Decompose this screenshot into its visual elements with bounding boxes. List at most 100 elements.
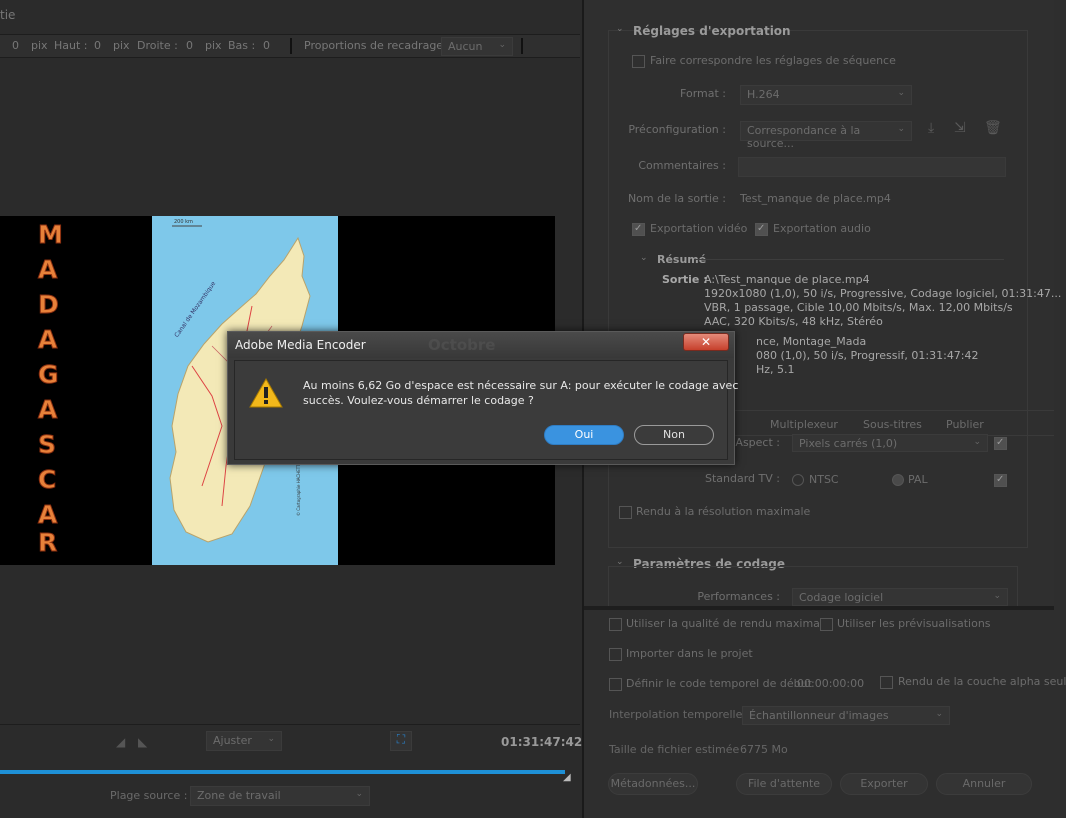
pal-label: PAL bbox=[908, 473, 928, 486]
dialog-close-button[interactable]: ✕ bbox=[683, 333, 729, 351]
use-previews-label: Utiliser les prévisualisations bbox=[837, 617, 991, 630]
yes-button[interactable]: Oui bbox=[544, 425, 624, 445]
toolbar-divider bbox=[521, 38, 523, 54]
chevron-down-icon: ⌄ bbox=[993, 591, 1001, 601]
performance-dropdown[interactable]: Codage logiciel ⌄ bbox=[792, 588, 1008, 606]
aspect-dropdown[interactable]: Pixels carrés (1,0) ⌄ bbox=[792, 434, 988, 452]
source-range-dropdown[interactable]: Zone de travail ⌄ bbox=[190, 786, 370, 806]
use-previews-checkbox[interactable] bbox=[820, 618, 833, 631]
performance-label: Performances : bbox=[697, 590, 780, 603]
output-summary-line: VBR, 1 passage, Cible 10,00 Mbits/s, Max… bbox=[704, 301, 1013, 314]
pal-radio[interactable] bbox=[892, 474, 904, 486]
aspect-value: Pixels carrés (1,0) bbox=[799, 437, 898, 450]
crop-right-label: Droite : bbox=[137, 39, 178, 52]
tv-standard-label: Standard TV : bbox=[705, 472, 780, 485]
filesize-label: Taille de fichier estimée : bbox=[609, 743, 747, 756]
max-resolution-label: Rendu à la résolution maximale bbox=[636, 505, 811, 518]
zoom-fit-dropdown[interactable]: Ajuster ⌄ bbox=[206, 731, 282, 751]
poster-letter: S bbox=[37, 430, 57, 459]
crop-top-label: Haut : bbox=[54, 39, 88, 52]
preset-label: Préconfiguration : bbox=[628, 123, 726, 136]
cancel-button[interactable]: Annuler bbox=[936, 773, 1032, 795]
timeline-bar[interactable] bbox=[0, 770, 565, 774]
poster-letter: A bbox=[37, 500, 58, 529]
tab-multiplexer[interactable]: Multiplexeur bbox=[770, 418, 838, 431]
chevron-down-icon[interactable]: ⌄ bbox=[616, 24, 624, 34]
chevron-down-icon: ⌄ bbox=[267, 734, 275, 744]
crop-bottom-value[interactable]: 0 bbox=[263, 39, 270, 52]
crop-proportions-dropdown[interactable]: Aucun ⌄ bbox=[441, 37, 513, 56]
mark-in-icon[interactable]: ◢ bbox=[116, 735, 125, 749]
aspect-match-checkbox[interactable] bbox=[994, 437, 1007, 450]
mark-out-icon[interactable]: ◣ bbox=[138, 735, 147, 749]
start-timecode-checkbox[interactable] bbox=[609, 678, 622, 691]
safe-margins-icon[interactable]: ⛶ bbox=[390, 731, 412, 751]
dialog-titlebar[interactable]: Adobe Media Encoder Octobre ✕ bbox=[228, 332, 734, 358]
current-timecode: 01:31:47:42 bbox=[501, 735, 583, 749]
chevron-down-icon: ⌄ bbox=[897, 124, 905, 134]
chevron-down-icon[interactable]: ⌄ bbox=[640, 253, 648, 263]
tv-standard-match-checkbox[interactable] bbox=[994, 474, 1007, 487]
output-summary-line: 1920x1080 (1,0), 50 i/s, Progressive, Co… bbox=[704, 287, 1062, 300]
ntsc-radio[interactable] bbox=[792, 474, 804, 486]
output-name-label: Nom de la sortie : bbox=[627, 192, 726, 205]
no-button[interactable]: Non bbox=[634, 425, 714, 445]
export-settings-title: Réglages d'exportation bbox=[633, 24, 791, 38]
toolbar-divider bbox=[290, 38, 292, 54]
source-summary-line: 080 (1,0), 50 i/s, Progressif, 01:31:47:… bbox=[756, 349, 979, 362]
filesize-value: 6775 Mo bbox=[740, 743, 788, 756]
crop-top-value[interactable]: 0 bbox=[94, 39, 101, 52]
export-audio-checkbox[interactable] bbox=[755, 223, 768, 236]
poster-letter: A bbox=[37, 255, 58, 284]
comments-field[interactable] bbox=[738, 157, 1006, 177]
output-label: Sortie : bbox=[662, 273, 708, 286]
interpolation-label: Interpolation temporelle : bbox=[609, 708, 750, 721]
interpolation-value: Échantillonneur d'images bbox=[749, 709, 889, 722]
warning-icon bbox=[249, 377, 283, 408]
dialog-message-line: Au moins 6,62 Go d'espace est nécessaire… bbox=[303, 379, 739, 392]
playhead-icon[interactable]: ◢ bbox=[563, 772, 571, 783]
chevron-down-icon: ⌄ bbox=[355, 789, 363, 799]
preset-dropdown[interactable]: Correspondance à la source... ⌄ bbox=[740, 121, 912, 150]
interpolation-dropdown[interactable]: Échantillonneur d'images ⌄ bbox=[742, 706, 950, 725]
start-timecode-label: Définir le code temporel de début bbox=[626, 677, 812, 690]
poster-letter: R bbox=[37, 528, 58, 557]
tab-subtitles[interactable]: Sous-titres bbox=[863, 418, 922, 431]
start-timecode-value[interactable]: 00:00:00:00 bbox=[797, 677, 864, 690]
export-button[interactable]: Exporter bbox=[840, 773, 928, 795]
comments-label: Commentaires : bbox=[638, 159, 726, 172]
export-video-checkbox[interactable] bbox=[632, 223, 645, 236]
tab-publish[interactable]: Publier bbox=[946, 418, 984, 431]
crop-left-value[interactable]: 0 bbox=[12, 39, 19, 52]
crop-unit-label: pix bbox=[31, 39, 48, 52]
format-dropdown[interactable]: H.264 ⌄ bbox=[740, 85, 912, 105]
source-summary-line: Hz, 5.1 bbox=[756, 363, 795, 376]
import-project-checkbox[interactable] bbox=[609, 648, 622, 661]
summary-divider bbox=[696, 259, 1004, 260]
output-name-link[interactable]: Test_manque de place.mp4 bbox=[740, 192, 891, 205]
export-video-label: Exportation vidéo bbox=[650, 222, 748, 235]
format-value: H.264 bbox=[747, 88, 780, 101]
import-preset-icon[interactable]: ⇲ bbox=[954, 120, 966, 136]
max-quality-checkbox[interactable] bbox=[609, 618, 622, 631]
export-settings-scroll: ⌄ Réglages d'exportation Faire correspon… bbox=[584, 0, 1061, 606]
output-summary: A:\Test_manque de place.mp4 1920x1080 (1… bbox=[704, 273, 1061, 329]
queue-button[interactable]: File d'attente bbox=[736, 773, 832, 795]
alpha-only-label: Rendu de la couche alpha seule bbox=[898, 675, 1066, 688]
match-sequence-checkbox[interactable] bbox=[632, 55, 645, 68]
alpha-only-checkbox[interactable] bbox=[880, 676, 893, 689]
metadata-button[interactable]: Métadonnées... bbox=[608, 773, 698, 795]
chevron-down-icon: ⌄ bbox=[897, 88, 905, 98]
crop-right-value[interactable]: 0 bbox=[186, 39, 193, 52]
source-range-label: Plage source : bbox=[110, 789, 188, 802]
render-options: Utiliser la qualité de rendu maximale Ut… bbox=[584, 610, 1066, 818]
save-preset-icon[interactable]: ⤓ bbox=[928, 120, 934, 136]
dialog-body: Au moins 6,62 Go d'espace est nécessaire… bbox=[234, 360, 738, 460]
max-resolution-checkbox[interactable] bbox=[619, 506, 632, 519]
poster-letter: G bbox=[38, 360, 60, 389]
import-project-label: Importer dans le projet bbox=[626, 647, 753, 660]
crop-proportions-value: Aucun bbox=[448, 40, 483, 53]
chevron-down-icon: ⌄ bbox=[498, 40, 506, 50]
poster-letter: M bbox=[38, 220, 64, 249]
delete-preset-icon[interactable]: 🗑 bbox=[984, 120, 1002, 136]
